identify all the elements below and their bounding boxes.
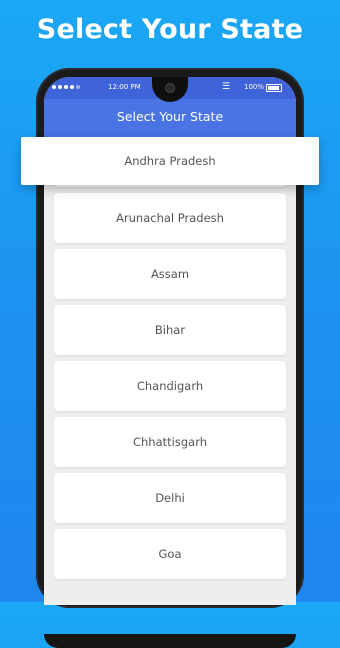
- state-item-andhra-pradesh[interactable]: Andhra Pradesh: [21, 137, 319, 185]
- state-item-arunachal-pradesh[interactable]: Arunachal Pradesh: [54, 193, 286, 243]
- state-item-bihar[interactable]: Bihar: [54, 305, 286, 355]
- wifi-icon: ☰: [222, 82, 231, 92]
- state-item-chandigarh[interactable]: Chandigarh: [54, 361, 286, 411]
- state-item-chhattisgarh[interactable]: Chhattisgarh: [54, 417, 286, 467]
- state-item-assam[interactable]: Assam: [54, 249, 286, 299]
- state-item-goa[interactable]: Goa: [54, 529, 286, 579]
- app-bar-title: Select Your State: [44, 99, 296, 137]
- camera-icon: [165, 83, 175, 93]
- phone-bottom-bezel: [44, 634, 296, 648]
- headline-title: Select Your State: [36, 14, 304, 45]
- state-item-delhi[interactable]: Delhi: [54, 473, 286, 523]
- status-time: 12:00 PM: [108, 83, 141, 91]
- battery-icon: [266, 84, 282, 92]
- signal-dots-icon: [52, 85, 80, 89]
- battery-percentage: 100%: [244, 83, 265, 91]
